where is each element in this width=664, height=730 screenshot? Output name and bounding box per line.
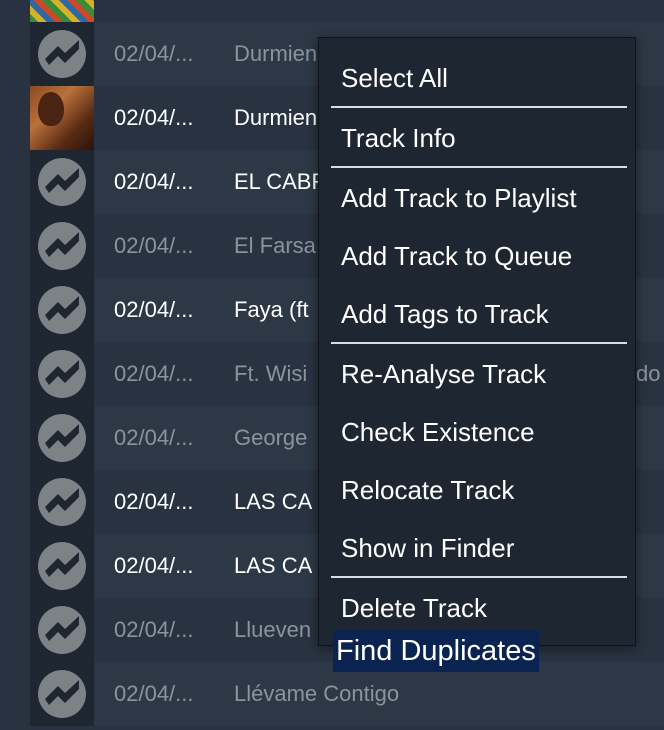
track-title: Ft. Wisi [234, 361, 308, 386]
menu-item-find-duplicates[interactable]: Find Duplicates [333, 630, 539, 672]
menu-item-add-to-queue[interactable]: Add Track to Queue [341, 241, 572, 271]
row-gutter [0, 214, 30, 278]
track-date: 02/04/... [114, 169, 194, 194]
placeholder-art-icon [30, 22, 94, 86]
track-title: LAS CA [234, 489, 313, 514]
row-gutter [0, 470, 30, 534]
row-gutter [0, 406, 30, 470]
track-row[interactable]: 02/04/... Llévame Contigo [0, 662, 664, 726]
menu-separator [331, 166, 627, 168]
placeholder-art-icon [30, 534, 94, 598]
placeholder-art-icon [30, 214, 94, 278]
menu-item-relocate[interactable]: Relocate Track [341, 475, 514, 505]
track-title: Llévame Contigo [234, 681, 400, 706]
track-date: 02/04/... [114, 105, 194, 130]
track-date: 02/04/... [114, 553, 194, 578]
menu-item-show-in-finder[interactable]: Show in Finder [341, 533, 514, 563]
menu-item-add-to-playlist[interactable]: Add Track to Playlist [341, 183, 577, 213]
menu-item-track-info[interactable]: Track Info [341, 123, 456, 153]
track-title: El Farsa [234, 233, 316, 258]
placeholder-art-icon [30, 278, 94, 342]
menu-item-delete-track[interactable]: Delete Track [341, 593, 487, 623]
placeholder-art-icon [30, 470, 94, 534]
row-gutter [0, 0, 30, 22]
row-gutter [0, 150, 30, 214]
track-title: Durmiend [234, 41, 330, 66]
album-art [30, 86, 94, 150]
track-date: 02/04/... [114, 41, 194, 66]
track-date: 02/04/... [114, 297, 194, 322]
track-date: 02/04/... [114, 681, 194, 706]
menu-item-select-all[interactable]: Select All [341, 63, 448, 93]
track-date: 02/04/... [114, 425, 194, 450]
row-gutter [0, 662, 30, 726]
track-row[interactable] [0, 0, 664, 22]
track-date: 02/04/... [114, 233, 194, 258]
menu-item-add-tags[interactable]: Add Tags to Track [341, 299, 549, 329]
track-title: Llueven [234, 617, 312, 642]
menu-separator [331, 342, 627, 344]
placeholder-art-icon [30, 342, 94, 406]
track-title: Durmiend [234, 105, 330, 130]
row-gutter [0, 598, 30, 662]
track-title: George [234, 425, 308, 450]
track-title: EL CABR [234, 169, 328, 194]
track-title: Faya (ft [234, 297, 309, 322]
placeholder-art-icon [30, 406, 94, 470]
album-art [30, 0, 94, 22]
menu-separator [331, 576, 627, 578]
row-gutter [0, 22, 30, 86]
menu-separator [331, 106, 627, 108]
placeholder-art-icon [30, 150, 94, 214]
menu-item-check-existence[interactable]: Check Existence [341, 417, 535, 447]
track-date: 02/04/... [114, 489, 194, 514]
row-gutter [0, 342, 30, 406]
row-gutter [0, 86, 30, 150]
row-gutter [0, 278, 30, 342]
track-title: LAS CA [234, 553, 313, 578]
context-menu: Select All Track Info Add Track to Playl… [318, 37, 636, 646]
track-artist-fragment: do [636, 361, 661, 386]
track-date: 02/04/... [114, 361, 194, 386]
placeholder-art-icon [30, 598, 94, 662]
row-gutter [0, 534, 30, 598]
menu-item-reanalyse[interactable]: Re-Analyse Track [341, 359, 546, 389]
track-date: 02/04/... [114, 617, 194, 642]
placeholder-art-icon [30, 662, 94, 726]
